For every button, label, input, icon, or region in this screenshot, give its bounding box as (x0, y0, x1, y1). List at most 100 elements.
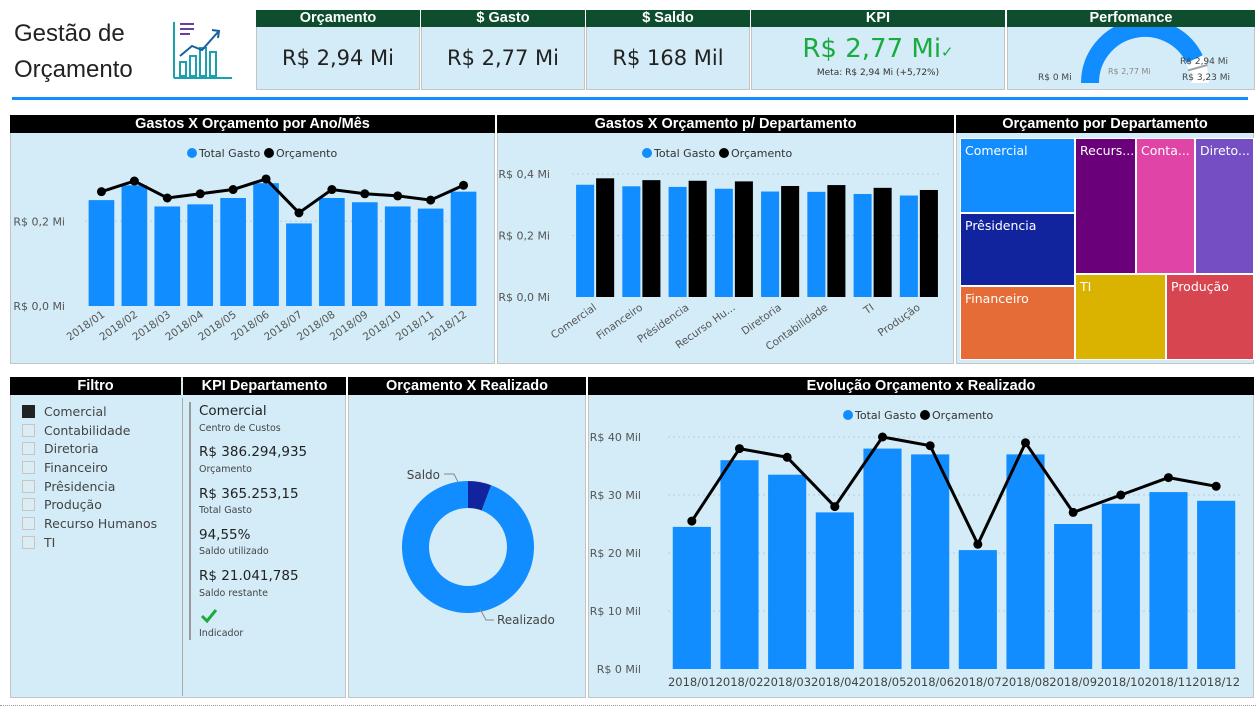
kpi-dept-name-sub: Centro de Custos (199, 423, 281, 434)
kpi-orcamento-card: R$ 2,94 Mi (256, 27, 420, 90)
treemap-cell-producao[interactable]: Produção (1166, 274, 1254, 360)
performance-header: Perfomance (1007, 10, 1255, 27)
checkbox[interactable] (22, 405, 35, 418)
bar-orcamento (873, 187, 892, 297)
chart-evolucao: Total Gasto Orçamento R$ 0 Mil R$ 10 Mil R$ … (590, 409, 1240, 689)
treemap-cell-contabilidade[interactable]: Conta... (1136, 138, 1195, 274)
checkbox[interactable] (22, 517, 35, 530)
panel-treemap-title: Orçamento por Departamento (956, 115, 1254, 133)
filter-item-recursos[interactable]: Recurso Humanos (22, 516, 157, 531)
treemap-cell-ti[interactable]: TI (1075, 274, 1166, 360)
bar-gasto (88, 200, 115, 306)
filter-item-diretoria[interactable]: Diretoria (22, 441, 98, 456)
page-title-line1: Gestão de (14, 20, 125, 47)
kpi-orcamento-value: R$ 2,94 Mi (281, 46, 394, 70)
bar-gasto (121, 185, 148, 306)
point-orcamento (1068, 507, 1078, 517)
filter-item-ti[interactable]: TI (22, 535, 55, 550)
x-tick-label: 2018/04 (811, 675, 859, 689)
filter-item-financeiro[interactable]: Financeiro (22, 460, 108, 475)
bar-gasto (576, 184, 595, 297)
point-orcamento (393, 191, 403, 201)
checkbox[interactable] (22, 480, 35, 493)
bar-gasto (154, 206, 181, 306)
filter-item-producao[interactable]: Produção (22, 497, 102, 512)
treemap-cell-diretoria[interactable]: Direto... (1195, 138, 1254, 274)
kpi-gasto-value: R$ 2,77 Mi (446, 46, 559, 70)
bar-gasto (1006, 454, 1045, 669)
bar-orcamento (734, 181, 753, 297)
treemap-cell-recursos[interactable]: Recurs... (1075, 138, 1136, 274)
x-tick-label: Comercial (549, 302, 599, 342)
legend-gasto-marker (642, 148, 652, 158)
bar-orcamento (827, 185, 846, 297)
bar-gasto (672, 526, 711, 669)
bar-gasto (286, 223, 312, 306)
bar-gasto (1054, 524, 1093, 669)
bar-gasto (1101, 503, 1140, 669)
checkbox[interactable] (22, 461, 35, 474)
legend-gasto-label: Total Gasto (198, 147, 260, 160)
x-tick-label: 2018/12 (1192, 675, 1240, 689)
gauge-value: R$ 2,77 Mi (1108, 67, 1151, 76)
checkbox[interactable] (22, 498, 35, 511)
kpi-saldo-card: R$ 168 Mil (586, 27, 750, 90)
kpi-dept-name: Comercial (199, 403, 267, 419)
point-orcamento (261, 174, 271, 184)
point-orcamento (1211, 481, 1221, 491)
legend-orcamento-label: Orçamento (731, 147, 792, 160)
treemap-cell-presidencia[interactable]: Prêsidencia (960, 213, 1075, 286)
legend-gasto-marker (843, 410, 853, 420)
gauge-min: R$ 0 Mi (1038, 73, 1072, 83)
kpi-card: R$ 2,77 Mi✓ Meta: R$ 2,94 Mi (+5,72%) (751, 27, 1005, 90)
point-orcamento (735, 444, 744, 454)
page-title: Gestão de Orçamento (14, 16, 133, 88)
point-orcamento (327, 185, 337, 195)
checkbox[interactable] (22, 442, 35, 455)
kpi-value: R$ 2,77 Mi (802, 34, 942, 64)
bottom-dotted-line (0, 705, 1256, 706)
x-tick-label: 2018/02 (716, 675, 764, 689)
x-tick-label: 2018/10 (1097, 675, 1145, 689)
checkbox[interactable] (22, 536, 35, 549)
bar-gasto (622, 186, 641, 297)
page-title-line2: Orçamento (14, 56, 133, 83)
legend-orcamento-marker (264, 148, 274, 158)
point-orcamento (360, 189, 370, 199)
filter-item-presidencia[interactable]: Prêsidencia (22, 479, 115, 494)
treemap-cell-comercial[interactable]: Comercial (960, 138, 1075, 213)
point-orcamento (1164, 473, 1173, 483)
point-orcamento (878, 432, 887, 442)
filter-label: Prêsidencia (44, 479, 116, 494)
bar-orcamento (688, 180, 707, 297)
kpi-saldo-value: R$ 168 Mil (612, 46, 724, 70)
treemap-cell-financeiro[interactable]: Financeiro (960, 286, 1075, 360)
y-tick-label: R$ 0,2 Mi (13, 215, 65, 228)
x-tick-label: 2018/07 (954, 675, 1002, 689)
point-orcamento (925, 441, 935, 451)
legend-gasto-marker (187, 148, 197, 158)
legend-orcamento-marker (920, 410, 930, 420)
x-tick-label: 2018/03 (763, 675, 811, 689)
kpi-orcamento-header: Orçamento (256, 10, 420, 27)
chart-logo-icon (173, 22, 232, 79)
filter-item-comercial[interactable]: Comercial (22, 404, 107, 419)
point-orcamento (294, 208, 304, 218)
kpi-dept-restante-label: Saldo restante (199, 588, 268, 599)
bar-orcamento (642, 180, 661, 297)
point-orcamento (1021, 438, 1030, 448)
filter-item-contabilidade[interactable]: Contabilidade (22, 423, 130, 438)
point-orcamento (459, 180, 469, 190)
bar-gasto (899, 195, 918, 297)
legend-orcamento-label: Orçamento (276, 147, 337, 160)
checkbox[interactable] (22, 424, 35, 437)
x-tick-label: Produção (876, 302, 923, 340)
panel-gastos-departamento-title: Gastos X Orçamento p/ Departamento (497, 115, 954, 133)
donut-label-realizado: Realizado (497, 613, 555, 627)
kpi-dept-divider (189, 402, 191, 640)
kpi-dept-orcamento-label: Orçamento (199, 464, 252, 475)
bar-orcamento (919, 189, 938, 297)
point-orcamento (195, 189, 205, 199)
x-tick-label: TI (861, 302, 876, 318)
x-tick-label: Diretoria (739, 302, 783, 338)
